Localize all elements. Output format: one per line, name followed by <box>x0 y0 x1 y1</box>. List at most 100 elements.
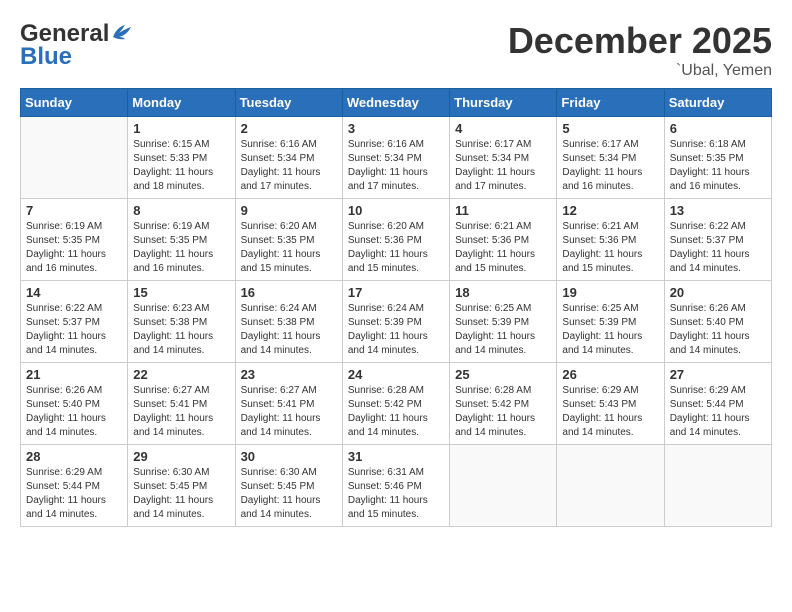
calendar-cell: 12 Sunrise: 6:21 AM Sunset: 5:36 PM Dayli… <box>557 199 664 281</box>
week-row-5: 28Sunrise: 6:29 AM Sunset: 5:44 PM Dayli… <box>21 445 772 527</box>
logo-text: General Blue <box>20 20 133 71</box>
calendar-cell: 13Sunrise: 6:22 AM Sunset: 5:37 PM Dayli… <box>664 199 771 281</box>
day-info: Sunrise: 6:19 AM Sunset: 5:35 PM Dayligh… <box>133 220 229 276</box>
day-number: 11 <box>455 203 551 218</box>
day-info: Sunrise: 6:25 AM Sunset: 5:39 PM Dayligh… <box>562 302 658 358</box>
calendar-cell: 8 Sunrise: 6:19 AM Sunset: 5:35 PM Daylig… <box>128 199 235 281</box>
calendar-cell: 27 Sunrise: 6:29 AM Sunset: 5:44 PM Dayli… <box>664 363 771 445</box>
week-row-3: 14 Sunrise: 6:22 AM Sunset: 5:37 PM Dayli… <box>21 281 772 363</box>
day-info: Sunrise: 6:17 AM Sunset: 5:34 PM Dayligh… <box>455 138 551 194</box>
calendar-cell: 29Sunrise: 6:30 AM Sunset: 5:45 PM Dayli… <box>128 445 235 527</box>
calendar-cell: 2 Sunrise: 6:16 AM Sunset: 5:34 PM Daylig… <box>235 117 342 199</box>
day-info: Sunrise: 6:17 AM Sunset: 5:34 PM Dayligh… <box>562 138 658 194</box>
calendar-cell: 15 Sunrise: 6:23 AM Sunset: 5:38 PM Dayli… <box>128 281 235 363</box>
calendar-cell: 28Sunrise: 6:29 AM Sunset: 5:44 PM Dayli… <box>21 445 128 527</box>
day-info: Sunrise: 6:21 AM Sunset: 5:36 PM Dayligh… <box>562 220 658 276</box>
day-info: Sunrise: 6:29 AM Sunset: 5:44 PM Dayligh… <box>26 466 122 522</box>
calendar-header-row: SundayMondayTuesdayWednesdayThursdayFrid… <box>21 89 772 117</box>
location: `Ubal, Yemen <box>508 62 772 80</box>
calendar-cell: 23 Sunrise: 6:27 AM Sunset: 5:41 PM Dayli… <box>235 363 342 445</box>
calendar-cell: 1 Sunrise: 6:15 AM Sunset: 5:33 PM Daylig… <box>128 117 235 199</box>
logo: General Blue <box>20 20 133 71</box>
header-tuesday: Tuesday <box>235 89 342 117</box>
calendar-cell: 18Sunrise: 6:25 AM Sunset: 5:39 PM Dayli… <box>450 281 557 363</box>
week-row-2: 7 Sunrise: 6:19 AM Sunset: 5:35 PM Daylig… <box>21 199 772 281</box>
calendar-cell <box>21 117 128 199</box>
day-number: 22 <box>133 367 229 382</box>
calendar-cell: 16 Sunrise: 6:24 AM Sunset: 5:38 PM Dayli… <box>235 281 342 363</box>
day-number: 6 <box>670 121 766 136</box>
day-info: Sunrise: 6:21 AM Sunset: 5:36 PM Dayligh… <box>455 220 551 276</box>
day-info: Sunrise: 6:23 AM Sunset: 5:38 PM Dayligh… <box>133 302 229 358</box>
day-info: Sunrise: 6:18 AM Sunset: 5:35 PM Dayligh… <box>670 138 766 194</box>
calendar-cell: 31 Sunrise: 6:31 AM Sunset: 5:46 PM Dayli… <box>342 445 449 527</box>
week-row-1: 1 Sunrise: 6:15 AM Sunset: 5:33 PM Daylig… <box>21 117 772 199</box>
day-info: Sunrise: 6:15 AM Sunset: 5:33 PM Dayligh… <box>133 138 229 194</box>
day-info: Sunrise: 6:19 AM Sunset: 5:35 PM Dayligh… <box>26 220 122 276</box>
day-number: 27 <box>670 367 766 382</box>
day-info: Sunrise: 6:29 AM Sunset: 5:43 PM Dayligh… <box>562 384 658 440</box>
calendar-cell: 7 Sunrise: 6:19 AM Sunset: 5:35 PM Daylig… <box>21 199 128 281</box>
calendar-cell: 9Sunrise: 6:20 AM Sunset: 5:35 PM Daylig… <box>235 199 342 281</box>
day-info: Sunrise: 6:27 AM Sunset: 5:41 PM Dayligh… <box>241 384 337 440</box>
day-info: Sunrise: 6:20 AM Sunset: 5:35 PM Dayligh… <box>241 220 337 276</box>
calendar-cell: 19 Sunrise: 6:25 AM Sunset: 5:39 PM Dayli… <box>557 281 664 363</box>
calendar-cell: 3Sunrise: 6:16 AM Sunset: 5:34 PM Daylig… <box>342 117 449 199</box>
day-info: Sunrise: 6:24 AM Sunset: 5:38 PM Dayligh… <box>241 302 337 358</box>
calendar-cell: 17 Sunrise: 6:24 AM Sunset: 5:39 PM Dayli… <box>342 281 449 363</box>
day-number: 21 <box>26 367 122 382</box>
calendar-cell: 25Sunrise: 6:28 AM Sunset: 5:42 PM Dayli… <box>450 363 557 445</box>
day-number: 14 <box>26 285 122 300</box>
day-number: 18 <box>455 285 551 300</box>
day-number: 30 <box>241 449 337 464</box>
day-number: 8 <box>133 203 229 218</box>
day-number: 12 <box>562 203 658 218</box>
day-number: 26 <box>562 367 658 382</box>
day-info: Sunrise: 6:22 AM Sunset: 5:37 PM Dayligh… <box>670 220 766 276</box>
day-number: 5 <box>562 121 658 136</box>
calendar-table: SundayMondayTuesdayWednesdayThursdayFrid… <box>20 88 772 527</box>
day-number: 17 <box>348 285 444 300</box>
month-title: December 2025 <box>508 20 772 62</box>
logo-bird-icon <box>111 23 133 41</box>
day-number: 23 <box>241 367 337 382</box>
day-info: Sunrise: 6:26 AM Sunset: 5:40 PM Dayligh… <box>670 302 766 358</box>
day-info: Sunrise: 6:28 AM Sunset: 5:42 PM Dayligh… <box>455 384 551 440</box>
day-info: Sunrise: 6:24 AM Sunset: 5:39 PM Dayligh… <box>348 302 444 358</box>
title-block: December 2025 `Ubal, Yemen <box>508 20 772 80</box>
calendar-cell <box>557 445 664 527</box>
day-number: 7 <box>26 203 122 218</box>
day-info: Sunrise: 6:29 AM Sunset: 5:44 PM Dayligh… <box>670 384 766 440</box>
day-info: Sunrise: 6:27 AM Sunset: 5:41 PM Dayligh… <box>133 384 229 440</box>
day-info: Sunrise: 6:16 AM Sunset: 5:34 PM Dayligh… <box>348 138 444 194</box>
day-info: Sunrise: 6:30 AM Sunset: 5:45 PM Dayligh… <box>241 466 337 522</box>
day-number: 10 <box>348 203 444 218</box>
calendar-cell <box>664 445 771 527</box>
day-number: 2 <box>241 121 337 136</box>
calendar-cell: 22 Sunrise: 6:27 AM Sunset: 5:41 PM Dayli… <box>128 363 235 445</box>
day-number: 31 <box>348 449 444 464</box>
header-friday: Friday <box>557 89 664 117</box>
calendar-cell: 30 Sunrise: 6:30 AM Sunset: 5:45 PM Dayli… <box>235 445 342 527</box>
calendar-cell: 11 Sunrise: 6:21 AM Sunset: 5:36 PM Dayli… <box>450 199 557 281</box>
calendar-cell: 24Sunrise: 6:28 AM Sunset: 5:42 PM Dayli… <box>342 363 449 445</box>
day-number: 16 <box>241 285 337 300</box>
page-header: General Blue December 2025 `Ubal, Yemen <box>20 20 772 80</box>
day-number: 1 <box>133 121 229 136</box>
header-thursday: Thursday <box>450 89 557 117</box>
day-info: Sunrise: 6:16 AM Sunset: 5:34 PM Dayligh… <box>241 138 337 194</box>
day-number: 19 <box>562 285 658 300</box>
week-row-4: 21Sunrise: 6:26 AM Sunset: 5:40 PM Dayli… <box>21 363 772 445</box>
calendar-cell: 5 Sunrise: 6:17 AM Sunset: 5:34 PM Daylig… <box>557 117 664 199</box>
header-saturday: Saturday <box>664 89 771 117</box>
day-info: Sunrise: 6:31 AM Sunset: 5:46 PM Dayligh… <box>348 466 444 522</box>
calendar-cell: 26 Sunrise: 6:29 AM Sunset: 5:43 PM Dayli… <box>557 363 664 445</box>
day-info: Sunrise: 6:22 AM Sunset: 5:37 PM Dayligh… <box>26 302 122 358</box>
day-number: 15 <box>133 285 229 300</box>
calendar-cell: 4Sunrise: 6:17 AM Sunset: 5:34 PM Daylig… <box>450 117 557 199</box>
day-number: 20 <box>670 285 766 300</box>
header-wednesday: Wednesday <box>342 89 449 117</box>
calendar-cell: 21Sunrise: 6:26 AM Sunset: 5:40 PM Dayli… <box>21 363 128 445</box>
calendar-cell: 6 Sunrise: 6:18 AM Sunset: 5:35 PM Daylig… <box>664 117 771 199</box>
day-number: 29 <box>133 449 229 464</box>
